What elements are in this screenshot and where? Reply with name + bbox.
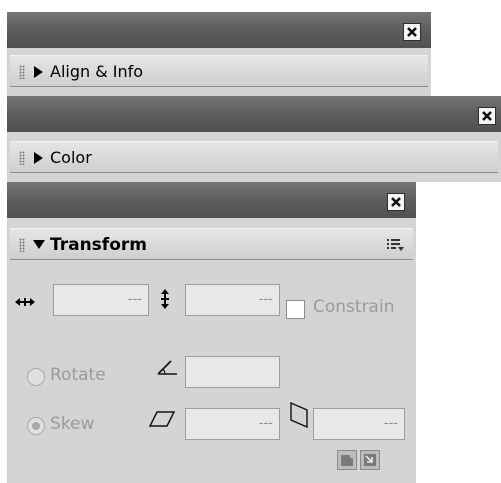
panel-titlebar[interactable] xyxy=(7,96,501,132)
panel-title: Color xyxy=(50,148,92,167)
width-arrows-icon xyxy=(15,298,35,306)
width-field[interactable]: --- xyxy=(53,284,149,316)
height-field[interactable]: --- xyxy=(185,284,280,316)
skew-horizontal-icon xyxy=(149,411,175,427)
panel-header-align-info[interactable]: Align & Info xyxy=(10,55,428,87)
grip-icon[interactable] xyxy=(19,65,25,79)
constrain-label: Constrain xyxy=(313,297,395,317)
radio-selected-dot xyxy=(32,422,40,430)
panel-options-icon[interactable] xyxy=(387,238,405,252)
panel-title: Align & Info xyxy=(50,62,144,81)
close-icon[interactable] xyxy=(478,107,496,125)
skew-vertical-field[interactable]: --- xyxy=(313,408,405,440)
skew-horizontal-field[interactable]: --- xyxy=(185,408,280,440)
skew-radio[interactable] xyxy=(27,417,45,435)
panel-header-color[interactable]: Color xyxy=(10,141,498,173)
triangle-right-icon xyxy=(34,66,43,78)
transform-panel: Transform --- --- Constrain Rotate Skew … xyxy=(7,182,416,483)
grip-icon[interactable] xyxy=(19,151,25,165)
panel-title: Transform xyxy=(50,235,147,255)
panel-header-transform[interactable]: Transform xyxy=(10,228,413,260)
grip-icon[interactable] xyxy=(19,238,25,252)
copy-and-apply-button[interactable] xyxy=(337,450,357,470)
panel-titlebar[interactable] xyxy=(7,12,431,48)
rotate-field[interactable] xyxy=(185,356,280,388)
height-arrows-icon xyxy=(161,289,169,309)
rotate-radio[interactable] xyxy=(27,368,45,386)
close-icon[interactable] xyxy=(403,23,421,41)
reset-button[interactable] xyxy=(360,450,380,470)
skew-vertical-icon xyxy=(290,402,308,428)
rotate-label: Rotate xyxy=(50,365,106,385)
triangle-right-icon xyxy=(34,152,43,164)
skew-label: Skew xyxy=(50,414,95,434)
triangle-down-icon xyxy=(33,240,45,249)
panel-titlebar[interactable] xyxy=(7,182,416,218)
color-panel: Color xyxy=(7,96,501,182)
close-icon[interactable] xyxy=(387,193,405,211)
align-info-panel: Align & Info xyxy=(7,12,431,96)
rotate-angle-icon xyxy=(157,360,177,375)
constrain-checkbox[interactable] xyxy=(286,300,305,319)
